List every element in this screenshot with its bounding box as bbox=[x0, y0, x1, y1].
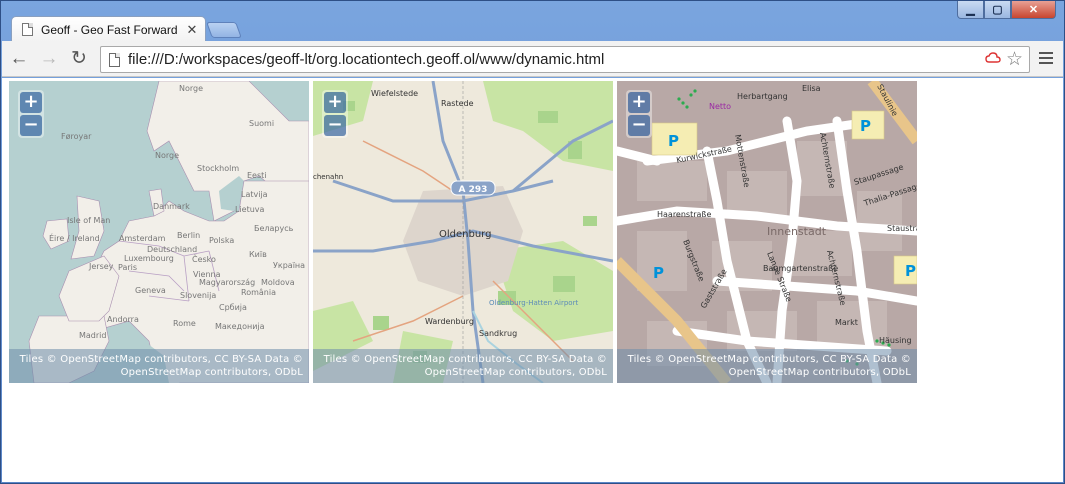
zoom-in-button[interactable]: + bbox=[628, 92, 650, 113]
zoom-out-button[interactable]: − bbox=[628, 115, 650, 136]
svg-text:Herbartgang: Herbartgang bbox=[737, 92, 788, 101]
svg-text:Wardenburg: Wardenburg bbox=[425, 317, 474, 326]
svg-text:Luxembourg: Luxembourg bbox=[124, 254, 174, 263]
svg-text:Česko: Česko bbox=[192, 253, 216, 264]
svg-text:România: România bbox=[241, 288, 276, 297]
zoom-in-button[interactable]: + bbox=[20, 92, 42, 113]
close-window-button[interactable]: ✕ bbox=[1011, 1, 1056, 19]
svg-text:Berlin: Berlin bbox=[177, 231, 200, 240]
window-controls: ▁ ▢ ✕ bbox=[957, 1, 1056, 19]
svg-text:Deutschland: Deutschland bbox=[147, 245, 197, 254]
svg-text:Baumgartenstraße: Baumgartenstraße bbox=[763, 264, 838, 273]
svg-text:Isle of Man: Isle of Man bbox=[67, 216, 110, 225]
svg-text:Moldova: Moldova bbox=[261, 278, 295, 287]
url-text[interactable]: file:///D:/workspaces/geoff-lt/org.locat… bbox=[128, 51, 984, 68]
zoom-out-button[interactable]: − bbox=[20, 115, 42, 136]
zoom-out-button[interactable]: − bbox=[324, 115, 346, 136]
svg-text:Oldenburg-Hatten Airport: Oldenburg-Hatten Airport bbox=[489, 299, 578, 307]
forward-button[interactable]: → bbox=[36, 46, 62, 72]
svg-text:Netto: Netto bbox=[709, 102, 731, 111]
page-viewport: Norge Suomi Føroyar Norge Stockholm Eest… bbox=[2, 78, 1063, 482]
close-tab-icon[interactable]: ✕ bbox=[183, 22, 201, 38]
svg-text:Київ: Київ bbox=[249, 250, 267, 259]
map-tiles-oldenburg-centre: P P P P Herbartgang Netto Kurwickstraße … bbox=[617, 81, 917, 383]
svg-text:Србија: Србија bbox=[219, 303, 247, 312]
zoom-control: + − bbox=[18, 90, 44, 138]
svg-text:Føroyar: Føroyar bbox=[61, 132, 92, 141]
page-icon bbox=[109, 52, 120, 67]
svg-text:Markt: Markt bbox=[835, 318, 858, 327]
svg-text:Danmark: Danmark bbox=[153, 202, 190, 211]
map-europe[interactable]: Norge Suomi Føroyar Norge Stockholm Eest… bbox=[9, 81, 309, 383]
minimize-button[interactable]: ▁ bbox=[957, 1, 984, 19]
svg-text:Éire / Ireland: Éire / Ireland bbox=[49, 232, 100, 243]
svg-text:P: P bbox=[653, 264, 664, 282]
document-icon bbox=[22, 23, 33, 36]
svg-text:Lietuva: Lietuva bbox=[235, 205, 265, 214]
svg-text:Македонија: Македонија bbox=[215, 322, 265, 331]
svg-text:Geneva: Geneva bbox=[135, 286, 166, 295]
svg-text:Latvija: Latvija bbox=[241, 190, 268, 199]
svg-text:A 293: A 293 bbox=[459, 185, 488, 195]
svg-text:Innenstadt: Innenstadt bbox=[767, 225, 827, 238]
map-oldenburg-region[interactable]: A 293 Wiefelstede Rastede Oldenburg Ward… bbox=[313, 81, 613, 383]
svg-text:Jersey: Jersey bbox=[88, 262, 114, 271]
svg-text:Norge: Norge bbox=[155, 151, 179, 160]
cloud-extension-icon[interactable] bbox=[984, 51, 1002, 69]
maximize-button[interactable]: ▢ bbox=[984, 1, 1011, 19]
svg-text:Häusing: Häusing bbox=[879, 336, 912, 345]
svg-text:Staustraße: Staustraße bbox=[887, 224, 917, 233]
tab-title: Geoff - Geo Fast Forward bbox=[41, 22, 178, 37]
zoom-in-button[interactable]: + bbox=[324, 92, 346, 113]
svg-text:P: P bbox=[860, 117, 871, 135]
zoom-control: + − bbox=[626, 90, 652, 138]
svg-text:Slovenija: Slovenija bbox=[180, 291, 216, 300]
svg-text:Magyarország: Magyarország bbox=[199, 278, 255, 287]
svg-text:P: P bbox=[905, 262, 916, 280]
map-attribution: Tiles © OpenStreetMap contributors, CC B… bbox=[617, 349, 917, 383]
svg-text:Wiefelstede: Wiefelstede bbox=[371, 89, 418, 98]
svg-text:Rome: Rome bbox=[173, 319, 196, 328]
svg-text:Andorra: Andorra bbox=[107, 315, 139, 324]
svg-text:Eesti: Eesti bbox=[247, 171, 267, 180]
svg-text:Elisa: Elisa bbox=[802, 84, 821, 93]
svg-text:Madrid: Madrid bbox=[79, 331, 106, 340]
address-bar[interactable]: file:///D:/workspaces/geoff-lt/org.locat… bbox=[100, 46, 1030, 73]
svg-text:Polska: Polska bbox=[209, 236, 234, 245]
svg-text:Oldenburg: Oldenburg bbox=[439, 229, 491, 240]
browser-window: Geoff - Geo Fast Forward ✕ ▁ ▢ ✕ ← → ↻ f… bbox=[0, 0, 1065, 484]
map-tiles-europe: Norge Suomi Føroyar Norge Stockholm Eest… bbox=[9, 81, 309, 383]
back-button[interactable]: ← bbox=[6, 46, 32, 72]
svg-text:Haarenstraße: Haarenstraße bbox=[657, 210, 711, 219]
svg-text:Беларусь: Беларусь bbox=[254, 224, 294, 233]
svg-text:Norge: Norge bbox=[179, 84, 203, 93]
menu-icon[interactable] bbox=[1039, 52, 1053, 64]
svg-text:Paris: Paris bbox=[118, 263, 137, 272]
svg-text:Amsterdam: Amsterdam bbox=[119, 234, 166, 243]
map-tiles-oldenburg-region: A 293 Wiefelstede Rastede Oldenburg Ward… bbox=[313, 81, 613, 383]
new-tab-button[interactable] bbox=[206, 22, 242, 38]
tab-geoff[interactable]: Geoff - Geo Fast Forward ✕ bbox=[11, 16, 206, 42]
reload-button[interactable]: ↻ bbox=[66, 46, 92, 72]
map-attribution: Tiles © OpenStreetMap contributors, CC B… bbox=[9, 349, 309, 383]
svg-text:P: P bbox=[668, 132, 679, 150]
svg-text:Rastede: Rastede bbox=[441, 99, 474, 108]
browser-toolbar: ← → ↻ file:///D:/workspaces/geoff-lt/org… bbox=[2, 41, 1063, 77]
svg-text:Stockholm: Stockholm bbox=[197, 164, 239, 173]
map-oldenburg-centre[interactable]: P P P P Herbartgang Netto Kurwickstraße … bbox=[617, 81, 917, 383]
svg-text:Україна: Україна bbox=[273, 261, 305, 270]
svg-text:Suomi: Suomi bbox=[249, 119, 274, 128]
zoom-control: + − bbox=[322, 90, 348, 138]
svg-text:Sandkrug: Sandkrug bbox=[479, 329, 517, 338]
map-attribution: Tiles © OpenStreetMap contributors, CC B… bbox=[313, 349, 613, 383]
svg-text:chenahn: chenahn bbox=[313, 173, 343, 181]
bookmark-star-icon[interactable]: ☆ bbox=[1006, 49, 1023, 70]
title-bar: Geoff - Geo Fast Forward ✕ ▁ ▢ ✕ bbox=[1, 1, 1064, 42]
